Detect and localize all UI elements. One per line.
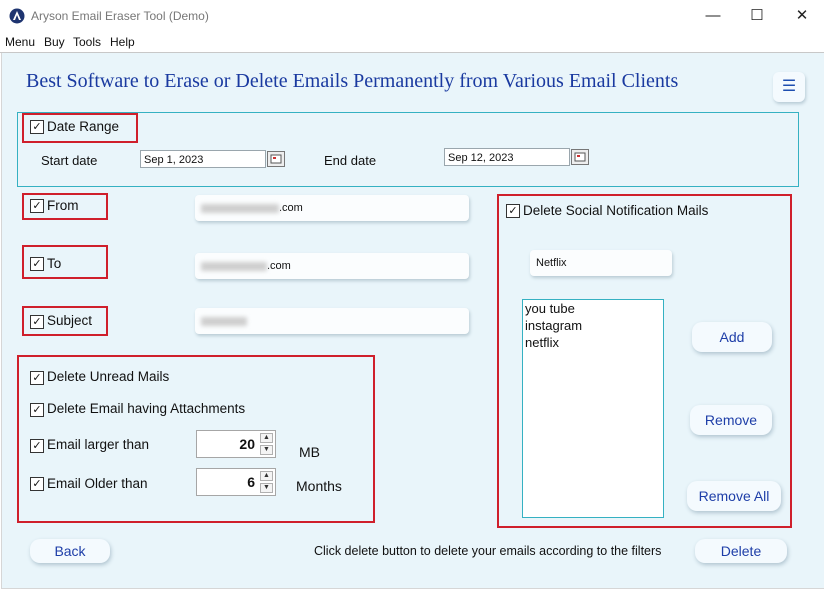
larger-than-checkbox[interactable]: ✓ <box>30 439 44 453</box>
window-title: Aryson Email Eraser Tool (Demo) <box>31 9 209 23</box>
subject-field[interactable] <box>195 308 469 334</box>
to-label: To <box>47 256 62 271</box>
social-checkbox[interactable]: ✓ <box>506 204 520 218</box>
size-value: 20 <box>239 436 255 452</box>
unread-label: Delete Unread Mails <box>47 369 170 384</box>
from-label: From <box>47 198 79 213</box>
from-checkbox[interactable]: ✓ <box>30 199 44 213</box>
from-email-suffix: .com <box>279 202 303 214</box>
social-list[interactable]: you tube instagram netflix <box>522 299 664 518</box>
remove-button[interactable]: Remove <box>690 405 772 435</box>
subject-checkbox[interactable]: ✓ <box>30 315 44 329</box>
date-range-checkbox[interactable]: ✓ <box>30 120 44 134</box>
app-logo-icon <box>9 8 25 24</box>
spin-down-icon[interactable]: ▼ <box>260 483 273 493</box>
older-than-checkbox[interactable]: ✓ <box>30 477 44 491</box>
menu-tools[interactable]: Tools <box>73 35 101 49</box>
list-item[interactable]: instagram <box>525 317 663 334</box>
footer-hint: Click delete button to delete your email… <box>314 544 662 558</box>
calendar-icon <box>574 152 586 162</box>
size-spinner-arrows: ▲ ▼ <box>260 433 273 455</box>
start-date-label: Start date <box>41 153 98 168</box>
date-range-label: Date Range <box>47 119 120 134</box>
end-date-calendar-button[interactable] <box>571 149 589 165</box>
hamburger-menu-button[interactable]: ☰ <box>773 72 805 102</box>
size-spinner[interactable]: 20 ▲ ▼ <box>196 430 276 458</box>
to-email-field[interactable]: .com <box>195 253 469 279</box>
end-date-field[interactable]: Sep 12, 2023 <box>444 148 570 166</box>
attachments-checkbox[interactable]: ✓ <box>30 403 44 417</box>
page-title: Best Software to Erase or Delete Emails … <box>26 70 679 92</box>
unread-checkbox[interactable]: ✓ <box>30 371 44 385</box>
age-spinner[interactable]: 6 ▲ ▼ <box>196 468 276 496</box>
menu-help[interactable]: Help <box>110 35 135 49</box>
remove-all-button[interactable]: Remove All <box>687 481 781 511</box>
redacted-email <box>201 261 267 271</box>
minimize-button[interactable]: — <box>690 2 736 30</box>
older-than-label: Email Older than <box>47 476 148 491</box>
to-checkbox[interactable]: ✓ <box>30 257 44 271</box>
from-email-field[interactable]: .com <box>195 195 469 221</box>
list-item[interactable]: you tube <box>525 300 663 317</box>
calendar-icon <box>270 154 282 164</box>
age-unit: Months <box>296 478 342 494</box>
attachments-label: Delete Email having Attachments <box>47 401 246 416</box>
redacted-subject <box>201 316 247 326</box>
add-button[interactable]: Add <box>692 322 772 352</box>
age-value: 6 <box>247 474 255 490</box>
menu-menu[interactable]: Menu <box>5 35 35 49</box>
larger-than-label: Email larger than <box>47 437 150 452</box>
hamburger-icon: ☰ <box>781 78 797 95</box>
menu-buy[interactable]: Buy <box>44 35 65 49</box>
delete-button[interactable]: Delete <box>695 539 787 563</box>
maximize-button[interactable]: ☐ <box>734 2 780 30</box>
list-item[interactable]: netflix <box>525 334 663 351</box>
age-spinner-arrows: ▲ ▼ <box>260 471 273 493</box>
subject-label: Subject <box>47 313 93 328</box>
end-date-label: End date <box>324 153 377 168</box>
start-date-field[interactable]: Sep 1, 2023 <box>140 150 266 168</box>
redacted-email <box>201 203 279 213</box>
close-button[interactable]: ✕ <box>779 2 824 30</box>
spin-down-icon[interactable]: ▼ <box>260 445 273 455</box>
start-date-calendar-button[interactable] <box>267 151 285 167</box>
spin-up-icon[interactable]: ▲ <box>260 433 273 443</box>
spin-up-icon[interactable]: ▲ <box>260 471 273 481</box>
back-button[interactable]: Back <box>30 539 110 563</box>
social-label: Delete Social Notification Mails <box>523 203 709 218</box>
size-unit: MB <box>299 444 320 460</box>
to-email-suffix: .com <box>267 260 291 272</box>
social-name-input[interactable]: Netflix <box>530 250 672 276</box>
